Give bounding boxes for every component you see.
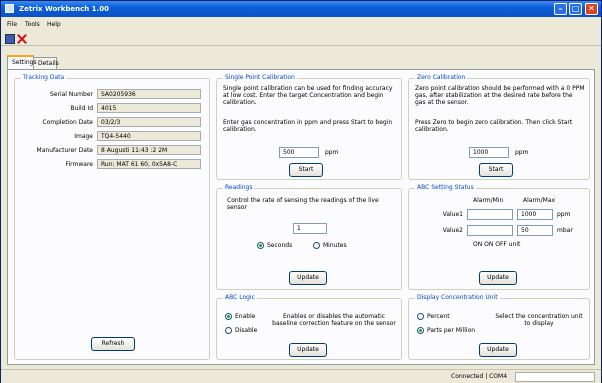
group-title: Tracking Data bbox=[21, 74, 67, 81]
abc-logic-description: Enables or disables the automatic baseli… bbox=[272, 313, 396, 327]
group-title: ABC Setting Status bbox=[415, 184, 476, 191]
refresh-button[interactable]: Refresh bbox=[91, 337, 135, 351]
group-title: Zero Calibration bbox=[415, 74, 468, 81]
alarm-note: ON ON OFF unit bbox=[473, 241, 521, 248]
ppm-radio[interactable] bbox=[417, 327, 424, 334]
menu-help[interactable]: Help bbox=[47, 21, 61, 28]
seconds-radio[interactable] bbox=[257, 242, 264, 249]
zero-calibration-start-button[interactable]: Start bbox=[479, 163, 513, 177]
menu-bar: File Tools Help bbox=[1, 17, 601, 31]
single-point-instructions: Enter gas concentration in ppm and press… bbox=[223, 119, 393, 133]
firmware-value: Run: MAT 61 60, 0x5A8-C bbox=[97, 159, 201, 169]
serial-number-label: Serial Number bbox=[50, 91, 93, 98]
alarm-update-button[interactable]: Update bbox=[479, 271, 517, 285]
value2-min-input[interactable] bbox=[467, 225, 513, 236]
manufacturer-date-label: Manufacturer Date bbox=[36, 147, 93, 154]
single-point-start-button[interactable]: Start bbox=[289, 163, 323, 177]
minutes-radio[interactable] bbox=[313, 242, 320, 249]
abc-disable-label: Disable bbox=[235, 327, 258, 334]
value2-label: Value2 bbox=[442, 227, 463, 234]
alarm-max-header: Alarm/Max bbox=[523, 197, 556, 204]
display-unit-update-button[interactable]: Update bbox=[479, 343, 517, 357]
tab-settings[interactable]: Settings bbox=[7, 55, 37, 69]
window-title: Zetrix Workbench 1.00 bbox=[19, 5, 109, 13]
ppm-label: Parts per Million bbox=[427, 327, 476, 334]
build-id-value: 4015 bbox=[97, 103, 201, 113]
display-unit-group: Display Concentration Unit Percent Parts… bbox=[408, 294, 590, 360]
readings-update-button[interactable]: Update bbox=[289, 271, 327, 285]
group-title: Readings bbox=[223, 184, 255, 191]
zero-calibration-input[interactable]: 1000 bbox=[469, 147, 509, 158]
alarm-settings-group: ABC Setting Status Alarm/Min Alarm/Max V… bbox=[408, 184, 590, 290]
completion-date-value: 03/2/3 bbox=[97, 117, 201, 127]
abc-enable-radio[interactable] bbox=[225, 313, 232, 320]
readings-interval-input[interactable]: 1 bbox=[293, 223, 327, 234]
single-point-description: Single point calibration can be used for… bbox=[223, 85, 393, 106]
zero-calibration-unit: ppm bbox=[515, 149, 529, 156]
percent-radio[interactable] bbox=[417, 313, 424, 320]
manufacturer-date-value: 8 Augusti 11:43 :2 2M bbox=[97, 145, 201, 155]
completion-date-label: Completion Date bbox=[42, 119, 93, 126]
readings-description: Control the rate of sensing the readings… bbox=[227, 197, 379, 211]
display-unit-description: Select the concentration unit to display bbox=[495, 313, 583, 327]
image-label: Image bbox=[74, 133, 93, 140]
toolbar bbox=[1, 31, 601, 46]
abc-logic-update-button[interactable]: Update bbox=[289, 343, 327, 357]
percent-label: Percent bbox=[427, 313, 450, 320]
value1-min-input[interactable] bbox=[467, 209, 513, 220]
close-button[interactable]: ✕ bbox=[585, 3, 598, 15]
menu-file[interactable]: File bbox=[7, 21, 17, 28]
app-window: Zetrix Workbench 1.00 – □ ✕ File Tools H… bbox=[0, 0, 602, 383]
group-title: Display Concentration Unit bbox=[415, 294, 500, 301]
group-title: Single Point Calibration bbox=[223, 74, 297, 81]
seconds-label: Seconds bbox=[267, 242, 293, 249]
single-point-unit: ppm bbox=[325, 149, 339, 156]
single-point-calibration-group: Single Point Calibration Single point ca… bbox=[216, 74, 402, 180]
single-point-concentration-input[interactable]: 500 bbox=[279, 147, 319, 158]
status-bar: Connected | COM4 bbox=[1, 369, 601, 383]
tracking-data-group: Tracking Data Serial Number SA0205936 Bu… bbox=[14, 74, 210, 360]
stop-icon[interactable] bbox=[17, 34, 27, 44]
group-title: ABC Logic bbox=[223, 294, 257, 301]
value1-max-input[interactable]: 1000 bbox=[517, 209, 553, 220]
zero-calibration-instructions: Press Zero to begin zero calibration. Th… bbox=[415, 119, 573, 133]
minutes-label: Minutes bbox=[323, 242, 347, 249]
value1-unit: ppm bbox=[557, 211, 571, 218]
zero-calibration-group: Zero Calibration Zero point calibration … bbox=[408, 74, 590, 180]
save-icon[interactable] bbox=[5, 34, 15, 44]
maximize-button[interactable]: □ bbox=[569, 3, 582, 15]
status-label: Connected | COM4 bbox=[451, 373, 508, 380]
image-value: TQ4-5440 bbox=[97, 131, 201, 141]
settings-panel: Tracking Data Serial Number SA0205936 Bu… bbox=[7, 69, 595, 365]
zero-calibration-description: Zero point calibration should be perform… bbox=[415, 85, 585, 106]
value2-max-input[interactable]: 50 bbox=[517, 225, 553, 236]
status-field bbox=[515, 372, 595, 382]
title-bar[interactable]: Zetrix Workbench 1.00 – □ ✕ bbox=[1, 1, 601, 17]
abc-enable-label: Enable bbox=[235, 313, 256, 320]
serial-number-value: SA0205936 bbox=[97, 89, 201, 99]
app-icon bbox=[5, 4, 14, 13]
value2-unit: mbar bbox=[557, 227, 573, 234]
readings-group: Readings Control the rate of sensing the… bbox=[216, 184, 402, 290]
value1-label: Value1 bbox=[442, 211, 463, 218]
alarm-min-header: Alarm/Min bbox=[473, 197, 504, 204]
firmware-label: Firmware bbox=[65, 161, 94, 168]
abc-disable-radio[interactable] bbox=[225, 327, 232, 334]
minimize-button[interactable]: – bbox=[554, 3, 567, 15]
menu-tools[interactable]: Tools bbox=[25, 21, 40, 28]
build-id-label: Build Id bbox=[70, 105, 93, 112]
abc-logic-group: ABC Logic Enable Disable Enables or disa… bbox=[216, 294, 402, 360]
